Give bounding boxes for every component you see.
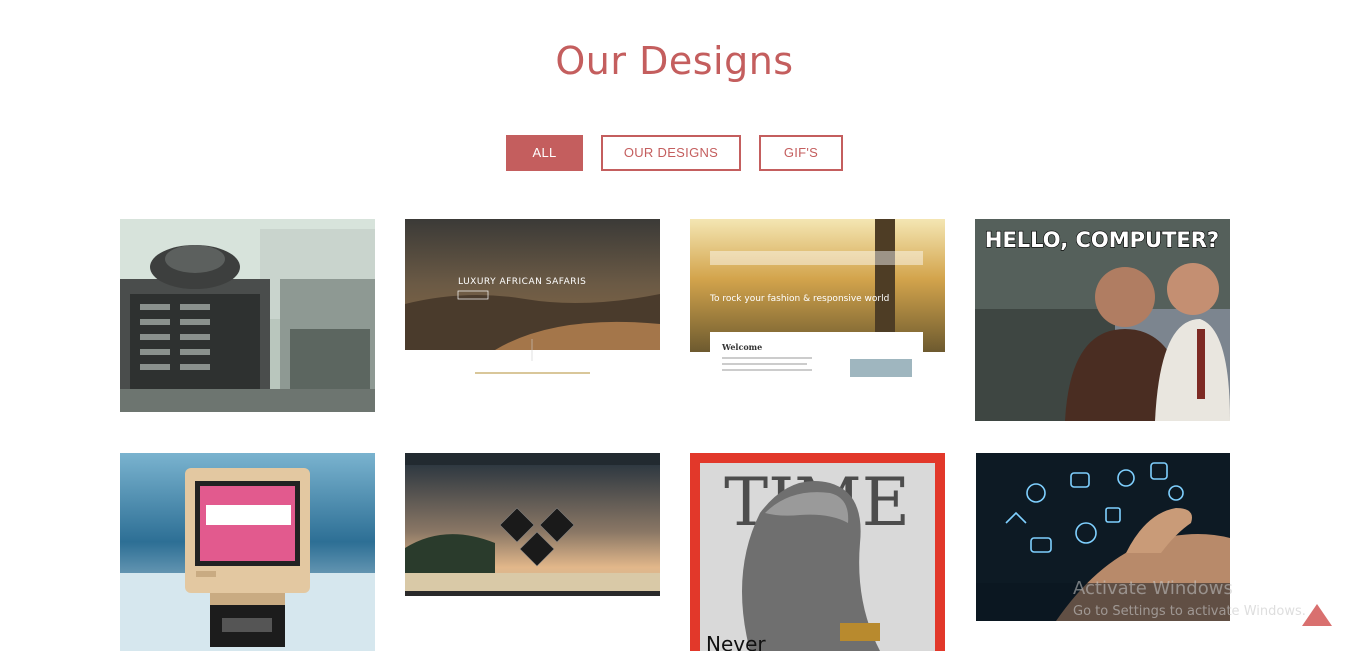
time-caption: Never [706, 632, 766, 651]
gallery-item-resort-design[interactable] [405, 453, 660, 596]
gallery-item-safari-design[interactable]: LUXURY AFRICAN SAFARIS [405, 219, 660, 379]
responsive-tagline: To rock your fashion & responsive world [709, 294, 889, 304]
safari-heading: LUXURY AFRICAN SAFARIS [458, 277, 586, 287]
vintage-computer-image [120, 219, 375, 412]
gallery-item-responsive-design[interactable]: To rock your fashion & responsive world … [690, 219, 945, 379]
hello-computer-caption: HELLO, COMPUTER? [985, 228, 1219, 252]
gallery-item-hello-computer[interactable]: HELLO, COMPUTER? [975, 219, 1230, 421]
section-title: Our Designs [555, 39, 794, 84]
triangle-up-icon [1302, 604, 1332, 626]
responsive-website-image: To rock your fashion & responsive world … [690, 219, 945, 379]
activate-windows-title: Activate Windows [1073, 578, 1233, 599]
gallery-item-vintage-computer[interactable] [120, 219, 375, 412]
hello-computer-image: HELLO, COMPUTER? [975, 219, 1230, 421]
filter-bar: ALL OUR DESIGNS GIF'S [0, 135, 1349, 171]
welcome-heading: Welcome [721, 342, 762, 352]
activate-windows-subtitle: Go to Settings to activate Windows. [1073, 604, 1306, 619]
filter-all-button[interactable]: ALL [506, 135, 583, 171]
resort-website-image [405, 453, 660, 596]
scroll-to-top-button[interactable] [1300, 602, 1334, 628]
time-cover-image: TIME Never [690, 453, 945, 651]
gallery-item-time-cover[interactable]: TIME Never [690, 453, 945, 651]
filter-our-designs-button[interactable]: OUR DESIGNS [601, 135, 741, 171]
gallery-item-retro-crt[interactable] [120, 453, 375, 651]
safari-website-image: LUXURY AFRICAN SAFARIS [405, 219, 660, 379]
portfolio-section: Our Designs ALL OUR DESIGNS GIF'S LUXURY… [0, 0, 1349, 651]
retro-crt-image [120, 453, 375, 651]
filter-gifs-button[interactable]: GIF'S [759, 135, 843, 171]
